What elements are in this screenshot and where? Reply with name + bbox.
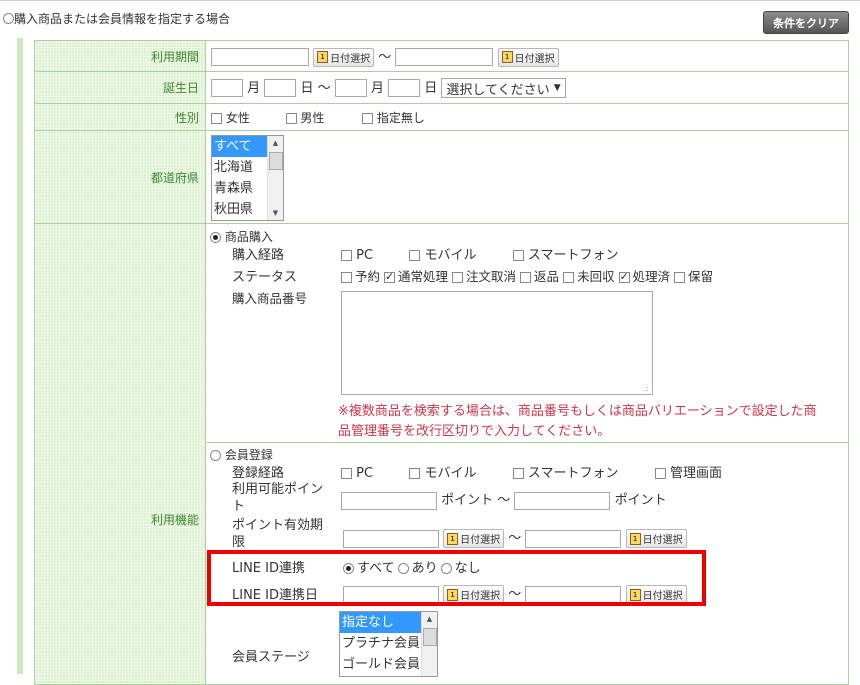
scroll-thumb[interactable]: [423, 628, 437, 646]
calendar-icon: 1: [501, 51, 513, 63]
gender-female-label: 女性: [225, 110, 250, 125]
purchase-status-label: ステータス: [232, 270, 298, 285]
purchase-radio-label: 商品購入: [224, 230, 273, 244]
resize-handle-icon[interactable]: .:: [644, 384, 649, 393]
member-stage-scrollbar[interactable]: ▲: [421, 612, 437, 676]
purchase-route-label: 購入経路: [232, 248, 285, 263]
gender-row: 性別 女性 男性 指定無し: [34, 103, 849, 131]
left-indent-strip: [0, 38, 30, 674]
calendar-icon: 1: [447, 532, 459, 545]
birthday-from-month-input[interactable]: [211, 79, 243, 98]
purchase-route-mobile-checkbox[interactable]: [409, 250, 421, 261]
member-route-pc-checkbox[interactable]: [341, 468, 352, 479]
scroll-up-icon[interactable]: ▲: [422, 612, 437, 626]
status-label: 未回収: [577, 269, 615, 284]
member-route-mobile-checkbox[interactable]: [409, 468, 421, 479]
usage-period-row: 利用期間 1 日付選択 ～ 1 日付選択: [34, 40, 849, 72]
prefecture-row: 都道府県 すべて 北海道 青森県 秋田県 ▲ ▼: [34, 130, 849, 224]
usage-period-label: 利用期間: [34, 40, 206, 72]
product-number-label: 購入商品番号: [232, 291, 308, 306]
member-stage-label: 会員ステージ: [232, 650, 310, 665]
prefecture-listbox[interactable]: すべて 北海道 青森県 秋田県 ▲ ▼: [211, 135, 284, 221]
status-checkbox[interactable]: [618, 270, 630, 283]
birthday-row: 誕生日 月 日 ～ 月 日 選択してください ▼: [34, 71, 849, 104]
tilde: ～: [378, 49, 392, 65]
status-checkbox[interactable]: [520, 272, 532, 283]
search-mode-header: 購入商品または会員情報を指定する場合 条件をクリア: [0, 0, 860, 39]
usage-function-row: 利用機能 商品購入 購入経路 PC モバイル スマートフォン ステータス 予約✓…: [34, 223, 849, 685]
radio-icon[interactable]: [3, 13, 14, 24]
point-expiry-to-input[interactable]: [525, 529, 622, 548]
gender-male-label: 男性: [300, 110, 325, 125]
point-expiry-label: ポイント有効期 限: [232, 518, 324, 550]
product-number-note-line2: 品管理番号を改行区切りで入力してください。: [338, 424, 611, 439]
clear-conditions-button[interactable]: 条件をクリア: [763, 11, 849, 34]
purchase-section: 商品購入 購入経路 PC モバイル スマートフォン ステータス 予約通常処理注文…: [206, 224, 848, 443]
birthday-to-month-input[interactable]: [334, 79, 367, 98]
member-route-label: 登録経路: [232, 466, 285, 481]
status-label: 通常処理: [398, 269, 449, 284]
usage-function-label: 利用機能: [34, 223, 206, 685]
birthday-select[interactable]: 選択してください ▼: [441, 78, 566, 99]
member-route-smartphone-checkbox[interactable]: [512, 468, 524, 479]
usage-period-from-date-button[interactable]: 1 日付選択: [313, 47, 375, 67]
point-expiry-from-date-button[interactable]: 1 日付選択: [443, 529, 505, 548]
gender-male-checkbox[interactable]: [285, 112, 297, 124]
prefecture-scrollbar[interactable]: ▲ ▼: [267, 136, 283, 220]
prefecture-label: 都道府県: [34, 130, 206, 224]
line-id-highlight-box: [207, 550, 706, 606]
status-checkbox[interactable]: [563, 272, 575, 283]
calendar-icon: 1: [317, 51, 329, 63]
purchase-route-smartphone-checkbox[interactable]: [512, 250, 524, 261]
status-label: 返品: [534, 269, 560, 284]
usage-period-to-date-button[interactable]: 1 日付選択: [497, 47, 559, 67]
status-label: 処理済: [632, 269, 671, 284]
calendar-icon: 1: [629, 532, 641, 545]
product-number-note-line1: ※複数商品を検索する場合は、商品番号もしくは商品バリエーションで設定した商: [338, 404, 817, 419]
birthday-to-day-input[interactable]: [388, 79, 421, 98]
status-checkbox[interactable]: [384, 270, 396, 283]
usage-period-to-input[interactable]: [395, 48, 494, 66]
available-points-label: 利用可能ポイン ト: [232, 482, 324, 514]
status-checkbox[interactable]: [452, 272, 464, 283]
status-checkbox[interactable]: [341, 272, 352, 283]
member-route-admin-checkbox[interactable]: [654, 468, 666, 479]
purchase-route-pc-checkbox[interactable]: [341, 250, 352, 261]
birthday-from-day-input[interactable]: [264, 79, 297, 98]
usage-period-from-input[interactable]: [211, 48, 309, 66]
chevron-down-icon: ▼: [553, 83, 561, 94]
gender-label: 性別: [34, 103, 206, 131]
member-radio-label: 会員登録: [224, 448, 273, 462]
status-label: 注文取消: [466, 269, 517, 284]
scroll-up-icon[interactable]: ▲: [268, 136, 283, 150]
gender-unspecified-label: 指定無し: [376, 110, 425, 125]
status-label: 保留: [688, 269, 714, 284]
point-expiry-to-date-button[interactable]: 1 日付選択: [625, 529, 687, 548]
points-to-input[interactable]: [514, 491, 611, 510]
status-label: 予約: [355, 269, 381, 284]
points-from-input[interactable]: [341, 491, 437, 510]
member-radio[interactable]: [210, 450, 221, 461]
purchase-member-mode-radio[interactable]: 購入商品または会員情報を指定する場合: [3, 10, 230, 27]
purchase-radio[interactable]: [210, 232, 221, 243]
product-number-textarea[interactable]: .:: [341, 291, 653, 395]
mode-radio-label: 購入商品または会員情報を指定する場合: [14, 12, 231, 26]
gender-female-checkbox[interactable]: [211, 112, 222, 124]
gender-unspecified-checkbox[interactable]: [362, 112, 373, 124]
point-expiry-from-input[interactable]: [343, 529, 439, 548]
purchase-status-options: 予約 通常処理 注文取消 返品 未回収 処理済 保留: [341, 266, 717, 285]
scroll-down-icon[interactable]: ▼: [268, 206, 283, 220]
birthday-label: 誕生日: [34, 71, 206, 104]
status-checkbox[interactable]: [674, 272, 686, 283]
member-stage-listbox[interactable]: 指定なし プラチナ会員 ゴールド会員 ▲: [339, 611, 438, 677]
scroll-thumb[interactable]: [269, 152, 283, 170]
